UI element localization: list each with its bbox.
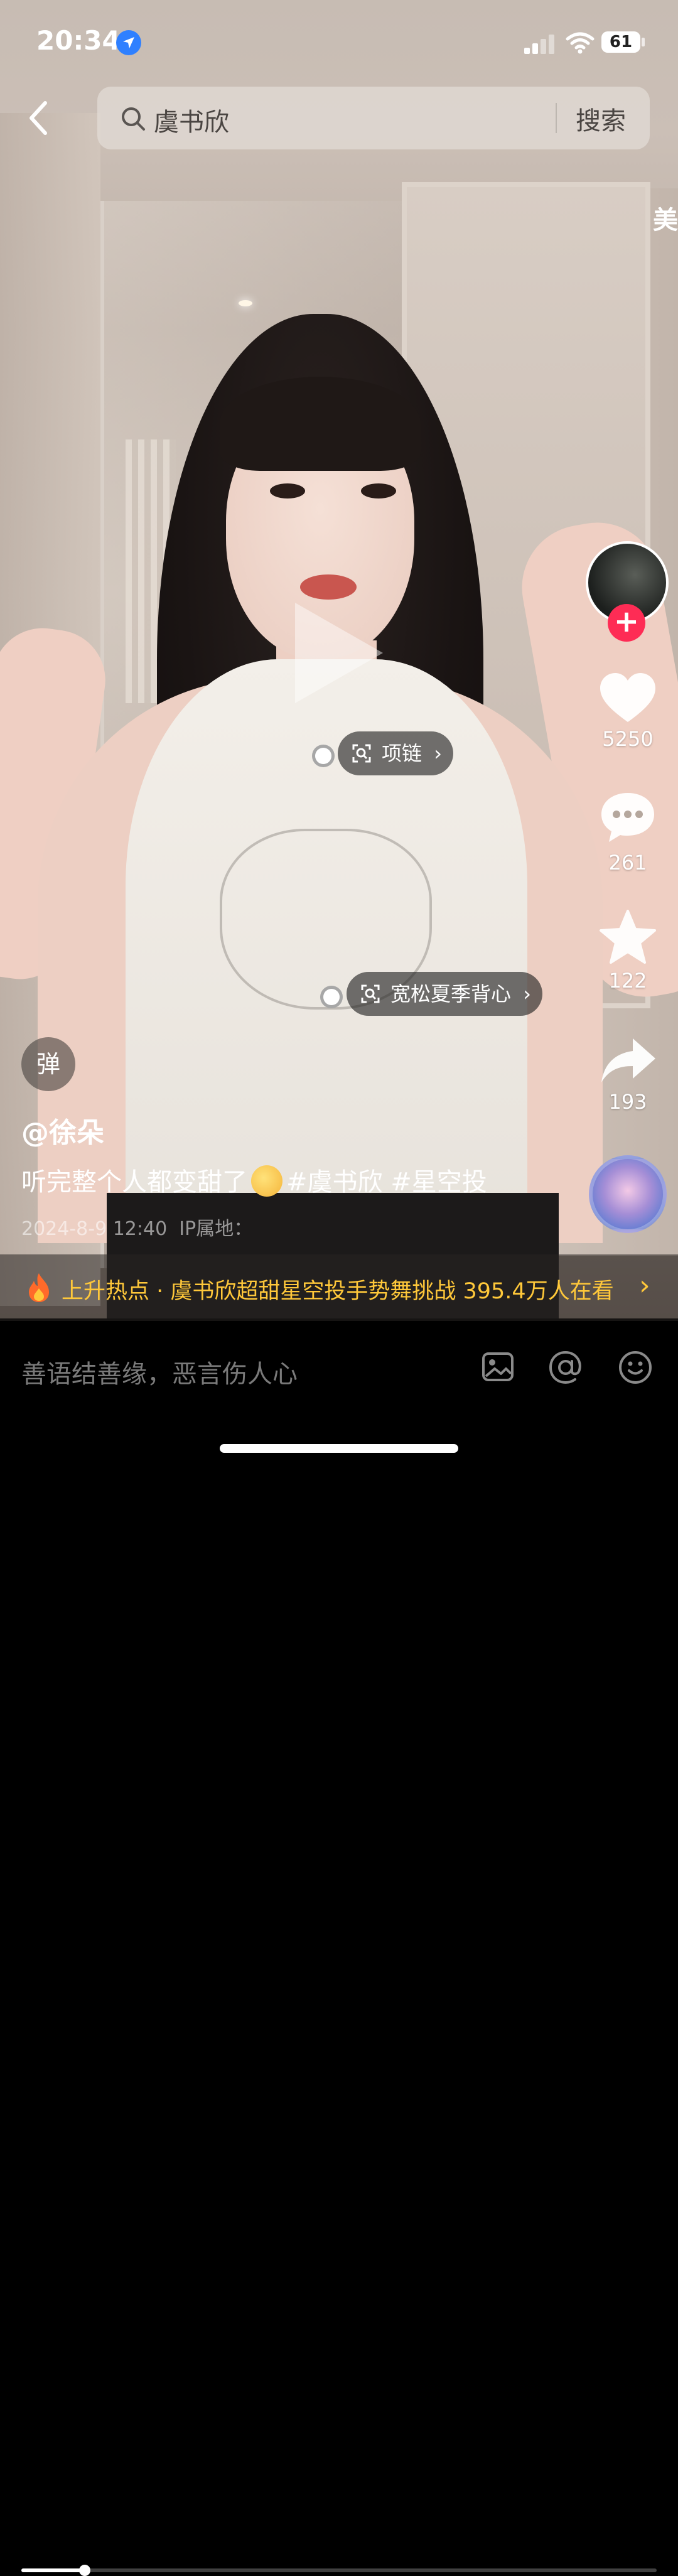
battery-nub xyxy=(642,38,645,46)
ceiling-light xyxy=(239,300,252,306)
caption-text: 听完整个人都变甜了 xyxy=(21,1168,247,1197)
favorite-count: 122 xyxy=(608,969,647,993)
ip-location-label: IP属地： xyxy=(179,1218,253,1240)
chevron-left-icon xyxy=(30,101,47,135)
comment-bubble-icon xyxy=(601,793,654,842)
flame-icon xyxy=(29,1273,49,1302)
share-button[interactable]: 193 xyxy=(590,1035,665,1114)
product-tag-tank-top[interactable]: 宽松夏季背心 › xyxy=(347,972,543,1016)
progress-knob[interactable] xyxy=(79,2565,90,2576)
play-icon[interactable] xyxy=(295,603,383,703)
status-bar: 20:34 61 xyxy=(0,0,678,82)
product-tag-dot xyxy=(312,745,335,767)
trending-text: 上升热点 · 虞书欣超甜星空投手势舞挑战 395.4万人在看 xyxy=(62,1279,614,1304)
search-icon xyxy=(122,107,145,131)
location-arrow-icon xyxy=(116,30,141,55)
heart-icon xyxy=(600,673,655,722)
person-lips xyxy=(300,574,357,600)
person-bangs xyxy=(220,377,421,471)
post-caption: 听完整个人都变甜了 #虞书欣 #星空投 xyxy=(21,1161,487,1199)
author-name[interactable]: @徐朵 xyxy=(21,1110,104,1150)
chevron-right-icon: › xyxy=(523,982,532,1006)
search-button[interactable]: 搜索 xyxy=(576,100,626,137)
music-disc[interactable] xyxy=(589,1155,667,1233)
person-right-eye xyxy=(361,483,396,498)
smiling-face-emoji-icon xyxy=(251,1165,282,1197)
product-tag-necklace[interactable]: 项链 › xyxy=(338,731,454,775)
cellular-signal-icon xyxy=(524,33,556,54)
scan-icon xyxy=(352,744,371,763)
video-progress-bar[interactable] xyxy=(21,2565,657,2576)
back-button[interactable] xyxy=(25,99,63,137)
comment-count: 261 xyxy=(608,851,647,875)
search-input[interactable]: 虞书欣 xyxy=(154,102,229,138)
follow-button[interactable]: + xyxy=(608,604,645,642)
image-icon[interactable] xyxy=(481,1350,515,1384)
favorite-button[interactable]: 122 xyxy=(590,908,665,993)
like-button[interactable]: 5250 xyxy=(590,672,665,751)
danmu-toggle-button[interactable]: 弹 xyxy=(21,1037,75,1091)
progress-fill xyxy=(21,2568,85,2572)
post-meta: 2024-8-9 12:40 IP属地： xyxy=(21,1213,252,1241)
share-count: 193 xyxy=(608,1090,647,1114)
person-left-eye xyxy=(270,483,305,498)
post-date: 2024-8-9 12:40 xyxy=(21,1218,168,1240)
product-tag-label: 宽松夏季背心 xyxy=(390,982,512,1006)
search-divider xyxy=(556,103,557,133)
scan-icon xyxy=(361,984,380,1003)
comment-input[interactable]: 善语结善缘，恶言伤人心 xyxy=(21,1354,298,1390)
at-icon[interactable] xyxy=(548,1350,583,1385)
home-indicator[interactable] xyxy=(220,1444,458,1453)
star-icon xyxy=(600,910,656,964)
product-tag-label: 项链 xyxy=(382,741,422,765)
status-time: 20:34 xyxy=(36,25,121,56)
emoji-icon[interactable] xyxy=(618,1350,653,1385)
side-hint-text: 美 xyxy=(653,206,678,235)
caption-hashtags[interactable]: #虞书欣 #星空投 xyxy=(286,1168,487,1197)
comment-button[interactable]: 261 xyxy=(590,788,665,875)
battery-indicator: 61 xyxy=(601,31,640,53)
search-bar[interactable]: 虞书欣 搜索 xyxy=(97,87,650,149)
like-count: 5250 xyxy=(602,727,654,751)
trending-banner[interactable]: 上升热点 · 虞书欣超甜星空投手势舞挑战 395.4万人在看 › xyxy=(0,1254,678,2576)
wifi-icon xyxy=(565,30,595,57)
product-tag-dot xyxy=(320,986,343,1008)
chevron-right-icon: › xyxy=(639,1269,650,1301)
chevron-right-icon: › xyxy=(434,741,443,765)
share-arrow-icon xyxy=(601,1038,655,1082)
